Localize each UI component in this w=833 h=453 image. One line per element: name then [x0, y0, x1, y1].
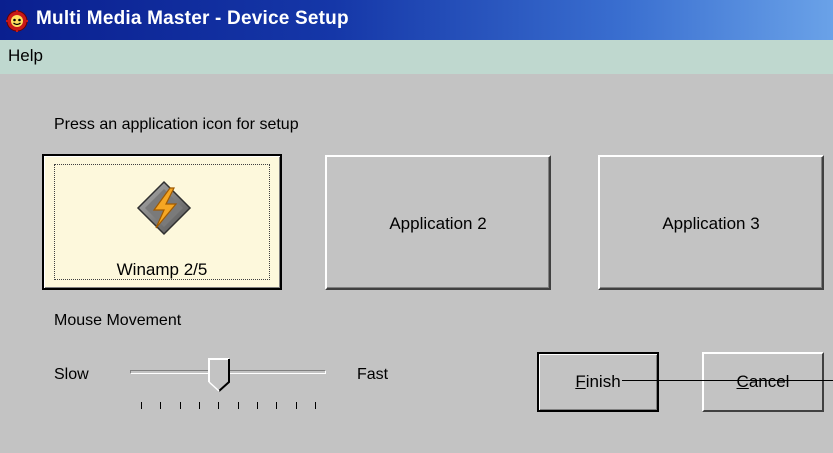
winamp-lightning-icon: [136, 180, 192, 236]
app-label-application-2: Application 2: [389, 214, 487, 233]
finish-label: inish: [585, 372, 621, 391]
slider-tick: [276, 402, 277, 409]
menu-item-help[interactable]: Help: [8, 46, 43, 66]
title-bar[interactable]: Multi Media Master - Device Setup: [0, 0, 833, 40]
red-gear-icon: [6, 10, 28, 32]
device-setup-window: Multi Media Master - Device Setup Help P…: [0, 0, 833, 453]
slider-tick: [315, 402, 316, 409]
window-title: Multi Media Master - Device Setup: [36, 8, 349, 29]
mouse-speed-slider-thumb[interactable]: [208, 358, 230, 392]
annotation-leader-line-overlay: [622, 380, 833, 381]
slider-tick: [160, 402, 161, 409]
app-button-application-2[interactable]: Application 2: [325, 155, 551, 290]
cancel-accelerator: C: [736, 372, 749, 391]
menu-bar: Help: [0, 40, 833, 74]
finish-accelerator: F: [575, 372, 586, 391]
slider-tick: [296, 402, 297, 409]
instruction-label: Press an application icon for setup: [54, 116, 299, 133]
slider-tick: [218, 402, 219, 409]
slider-max-label: Fast: [357, 366, 389, 383]
app-button-application-3[interactable]: Application 3: [598, 155, 824, 290]
cancel-button[interactable]: Cancel: [702, 352, 824, 412]
cancel-label: ancel: [748, 372, 790, 391]
slider-tick: [141, 402, 142, 409]
mouse-movement-label: Mouse Movement: [54, 312, 182, 329]
app-label-application-3: Application 3: [662, 214, 760, 233]
slider-tick: [257, 402, 258, 409]
slider-tick: [199, 402, 200, 409]
slider-tick: [180, 402, 181, 409]
finish-button[interactable]: Finish: [537, 352, 659, 412]
app-label-winamp: Winamp 2/5: [116, 260, 208, 279]
slider-tick: [238, 402, 239, 409]
slider-min-label: Slow: [54, 366, 89, 383]
app-button-winamp[interactable]: Winamp 2/5: [42, 154, 282, 290]
